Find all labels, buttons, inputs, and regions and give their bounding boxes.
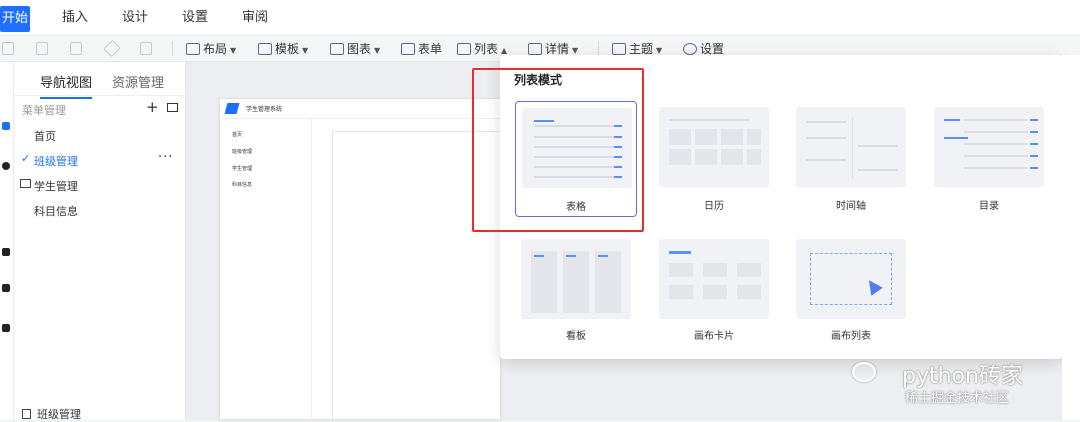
left-rail bbox=[0, 62, 14, 420]
check-icon: ✓ bbox=[21, 152, 31, 165]
detail-icon bbox=[528, 43, 542, 55]
preview-title: 学生管理系统 bbox=[246, 106, 283, 113]
template-icon bbox=[258, 43, 272, 55]
nav-item-class[interactable]: ✓ 班级管理 bbox=[21, 152, 78, 169]
list-icon bbox=[457, 43, 471, 55]
add-icon[interactable]: + bbox=[146, 98, 159, 116]
list-mode-canvas-card[interactable]: 画布卡片 bbox=[653, 233, 775, 347]
card-label: 看板 bbox=[566, 331, 586, 342]
list-mode-timeline[interactable]: 时间轴 bbox=[790, 101, 912, 217]
chart-icon bbox=[330, 43, 344, 55]
list-mode-canvas-list[interactable]: 画布列表 bbox=[790, 233, 912, 347]
card-label: 时间轴 bbox=[836, 201, 866, 212]
list-mode-kanban[interactable]: 看板 bbox=[515, 233, 637, 347]
card-label: 画布列表 bbox=[831, 331, 871, 342]
page-icon bbox=[22, 409, 31, 419]
watermark-sub: 稀土掘金技术社区 bbox=[905, 391, 1010, 406]
directory-thumbnail bbox=[934, 107, 1044, 187]
rail-icon[interactable] bbox=[2, 284, 10, 292]
rail-icon[interactable] bbox=[2, 162, 10, 170]
logo-icon bbox=[224, 103, 240, 114]
gear-icon bbox=[683, 43, 697, 55]
page-preview: 学生管理系统 首页 班级管理 学生管理 科目信息 bbox=[219, 98, 502, 421]
folder-icon[interactable] bbox=[167, 103, 179, 112]
card-label: 目录 bbox=[979, 201, 999, 212]
canvas-list-thumbnail bbox=[796, 239, 906, 319]
menu-header-actions: + bbox=[146, 98, 179, 116]
right-panel-edge bbox=[1062, 55, 1080, 420]
theme-icon bbox=[612, 43, 626, 55]
preview-nav-item: 科目信息 bbox=[232, 182, 253, 188]
list-mode-calendar[interactable]: 日历 bbox=[653, 101, 775, 217]
paste-icon[interactable] bbox=[36, 42, 48, 55]
timeline-thumbnail bbox=[796, 107, 906, 187]
home-icon[interactable] bbox=[140, 42, 152, 55]
nav-tabs: 导航视图 资源管理 bbox=[14, 62, 186, 99]
tab-review[interactable]: 审阅 bbox=[242, 0, 268, 36]
tab-start[interactable]: 开始 bbox=[0, 6, 30, 32]
preview-nav-item: 学生管理 bbox=[232, 166, 253, 172]
card-label: 画布卡片 bbox=[694, 331, 734, 342]
eraser-icon[interactable] bbox=[103, 39, 121, 58]
more-icon[interactable]: ··· bbox=[158, 150, 173, 165]
kanban-thumbnail bbox=[521, 239, 631, 319]
menu-header: 菜单管理 bbox=[22, 104, 66, 117]
tab-insert[interactable]: 插入 bbox=[62, 0, 88, 36]
nav-item-subject[interactable]: 科目信息 bbox=[34, 203, 78, 219]
form-button[interactable]: 表单 bbox=[401, 39, 442, 59]
layout-button[interactable]: 布局 ▼ bbox=[186, 39, 236, 59]
layout-icon bbox=[186, 43, 200, 55]
canvas-card-thumbnail bbox=[659, 239, 769, 319]
top-menu-bar: 开始 插入 设计 设置 审阅 bbox=[0, 0, 1080, 36]
chart-button[interactable]: 图表 ▼ bbox=[330, 39, 380, 59]
nav-item-home[interactable]: 首页 bbox=[34, 128, 56, 144]
template-button[interactable]: 模板 ▼ bbox=[258, 39, 308, 59]
copy-icon[interactable] bbox=[2, 42, 14, 55]
watermark: python砖家 bbox=[902, 364, 1023, 389]
highlight-box bbox=[472, 68, 644, 232]
rail-icon[interactable] bbox=[2, 324, 10, 332]
form-icon bbox=[401, 43, 415, 55]
preview-nav-item: 班级管理 bbox=[232, 149, 253, 155]
nav-panel: 导航视图 资源管理 菜单管理 + 首页 ✓ 班级管理 ··· 学生管理 科目信息… bbox=[14, 62, 186, 421]
calendar-thumbnail bbox=[659, 107, 769, 187]
tab-resource-management[interactable]: 资源管理 bbox=[112, 72, 164, 91]
tab-design[interactable]: 设计 bbox=[122, 0, 148, 36]
preview-header: 学生管理系统 bbox=[220, 99, 500, 119]
delete-icon[interactable] bbox=[70, 42, 82, 55]
nav-item-student[interactable]: 学生管理 bbox=[20, 178, 78, 194]
tab-nav-view[interactable]: 导航视图 bbox=[40, 72, 93, 99]
preview-nav-item: 首页 bbox=[232, 132, 243, 138]
rail-icon[interactable] bbox=[2, 248, 10, 256]
card-label: 日历 bbox=[704, 201, 724, 212]
preview-sidebar: 首页 班级管理 学生管理 科目信息 bbox=[220, 119, 312, 421]
wechat-logo bbox=[852, 362, 876, 382]
rail-icon[interactable] bbox=[2, 122, 10, 130]
folder-icon bbox=[20, 179, 31, 188]
list-mode-directory[interactable]: 目录 bbox=[928, 101, 1050, 217]
tab-settings[interactable]: 设置 bbox=[182, 0, 208, 36]
